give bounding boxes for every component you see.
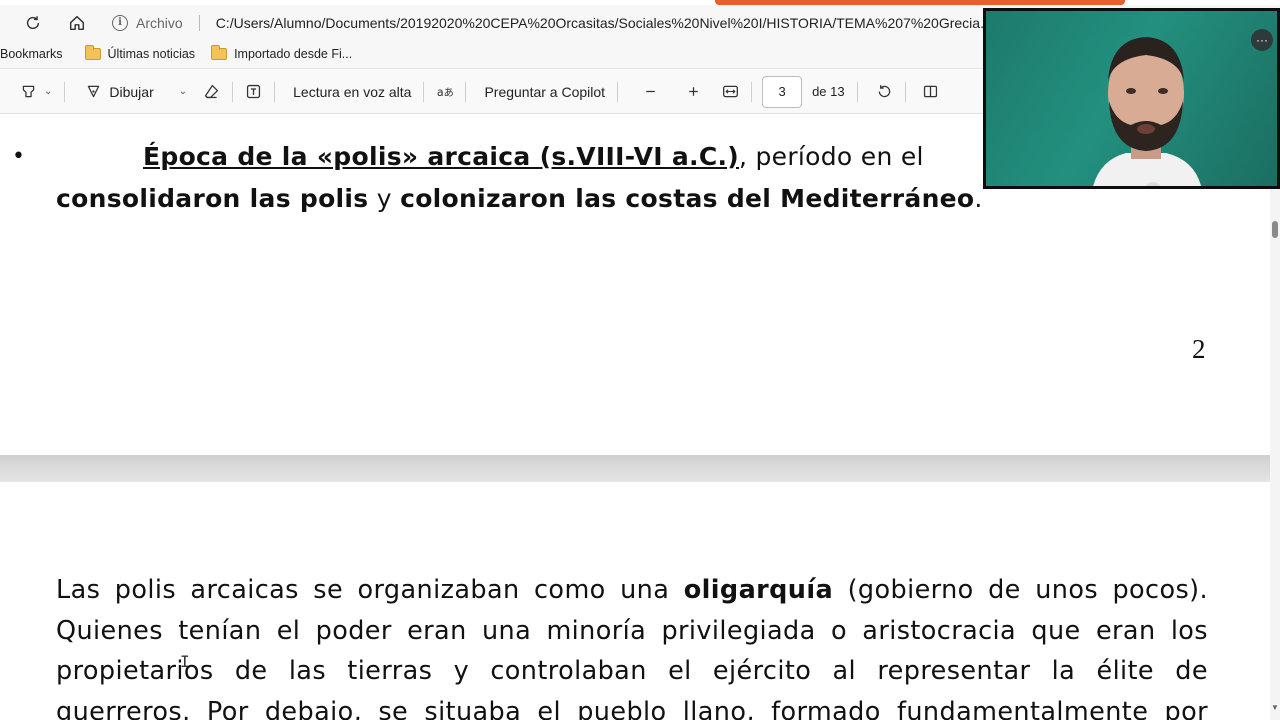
toolbar-divider: [904, 81, 906, 102]
line2-bold-1: consolidaron las polis: [56, 184, 369, 213]
read-aloud-label: Lectura en voz alta: [293, 83, 412, 100]
text-box-icon: [247, 84, 261, 99]
webcam-video: ···: [986, 11, 1277, 186]
webcam-overlay: ···: [983, 8, 1280, 189]
paragraph-line: Quienes tenían el poder eran una minoría…: [56, 615, 1208, 646]
svg-text:あ: あ: [444, 87, 453, 99]
page-separator: [0, 455, 1270, 482]
copilot-button[interactable]: Preguntar a Copilot: [476, 76, 613, 108]
translate-icon: aあ: [437, 86, 453, 99]
minus-icon: [646, 90, 655, 93]
plus-icon: [689, 87, 698, 96]
bookmark-label: Últimas noticias: [107, 47, 196, 61]
scrollbar-thumb[interactable]: [1272, 221, 1278, 238]
line2-end: .: [974, 184, 983, 213]
copilot-label: Preguntar a Copilot: [484, 83, 606, 100]
info-icon[interactable]: i: [112, 14, 128, 31]
paragraph-line: Las polis arcaicas se organizaban como u…: [56, 570, 1208, 611]
pdf-document[interactable]: • Época de la «polis» arcaica (s.VIII-VI…: [0, 114, 1270, 720]
highlight-button[interactable]: ⌄: [12, 76, 60, 108]
eraser-button[interactable]: [195, 76, 228, 108]
vertical-scrollbar[interactable]: ▼: [1270, 114, 1280, 720]
toolbar-divider: [232, 81, 234, 102]
eraser-icon: [205, 84, 219, 99]
list-bullet: •: [12, 144, 25, 169]
url-divider: [198, 14, 200, 31]
home-button[interactable]: [60, 8, 94, 38]
page-number: 2: [1192, 334, 1206, 364]
refresh-button[interactable]: [16, 8, 50, 38]
line2-bold-2: colonizaron las costas del Mediterráneo: [400, 184, 975, 213]
folder-icon: [84, 45, 101, 60]
toolbar-divider: [465, 81, 467, 102]
paragraph: Las polis arcaicas se organizaban como u…: [56, 570, 1208, 720]
text-box-button[interactable]: [237, 76, 270, 108]
zoom-out-button[interactable]: [634, 76, 667, 108]
chevron-down-icon[interactable]: ⌄: [179, 86, 187, 97]
refresh-icon: [26, 15, 40, 29]
toolbar-divider: [856, 81, 858, 102]
text-cursor-icon: I: [180, 652, 190, 671]
heading-line-2: consolidaron las polis y colonizaron las…: [56, 184, 983, 213]
fit-width-icon: [723, 85, 739, 98]
toolbar-divider: [751, 81, 753, 102]
more-options-button[interactable]: ···: [1251, 29, 1273, 51]
text-run: (gobierno de unos pocos).: [833, 575, 1209, 605]
draw-label: Dibujar: [109, 83, 154, 100]
text-run-bold: oligarquía: [683, 575, 834, 605]
presenter-image: [1093, 37, 1202, 186]
pen-icon: [88, 85, 100, 98]
text-run: Las polis arcaicas se organizaban como u…: [56, 575, 684, 605]
bookmark-label: Importado desde Fi...: [234, 47, 353, 61]
toolbar-divider: [617, 81, 619, 102]
page-view-icon: [923, 85, 937, 98]
heading-underlined: Época de la «polis» arcaica: [143, 142, 540, 171]
rotate-button[interactable]: [868, 76, 901, 108]
page-total: de 13: [812, 84, 845, 99]
line2-connector: y: [368, 184, 401, 213]
heading-dates: (s.VIII-VI a.C.): [539, 142, 739, 171]
svg-text:a: a: [437, 86, 444, 99]
heading-rest: , período en el: [739, 142, 924, 171]
zoom-in-button[interactable]: [677, 76, 710, 108]
home-icon: [69, 15, 85, 30]
bookmark-item-importado[interactable]: Importado desde Fi...: [211, 45, 353, 61]
draw-button[interactable]: Dibujar ⌄: [77, 76, 195, 108]
url-text[interactable]: C:/Users/Alumno/Documents/20192020%20CEP…: [216, 15, 996, 31]
paragraph-line: propietarios de las tierras y controlaba…: [56, 656, 1208, 686]
paragraph-line: guerreros. Por debajo, se situaba el pue…: [56, 696, 1208, 720]
folder-icon: [211, 45, 228, 60]
toolbar-divider: [64, 81, 66, 102]
bookmarks-label[interactable]: Bookmarks: [0, 47, 63, 61]
url-field[interactable]: i Archivo C:/Users/Alumno/Documents/2019…: [112, 9, 996, 37]
url-prefix: Archivo: [136, 14, 183, 31]
read-aloud-button[interactable]: Lectura en voz alta: [285, 76, 419, 108]
translate-button[interactable]: aあ: [428, 76, 461, 108]
page-number-input[interactable]: 3: [762, 75, 803, 108]
page-view-button[interactable]: [914, 76, 947, 108]
bookmark-item-noticias[interactable]: Últimas noticias: [84, 45, 196, 61]
toolbar-divider: [274, 81, 276, 102]
fit-width-button[interactable]: [714, 76, 747, 108]
heading-line: Época de la «polis» arcaica (s.VIII-VI a…: [143, 142, 924, 171]
toolbar-divider: [423, 81, 425, 102]
scroll-down-icon[interactable]: ▼: [1271, 703, 1279, 712]
rotate-icon: [878, 85, 890, 98]
chevron-down-icon[interactable]: ⌄: [44, 86, 52, 97]
highlighter-icon: [22, 85, 35, 98]
